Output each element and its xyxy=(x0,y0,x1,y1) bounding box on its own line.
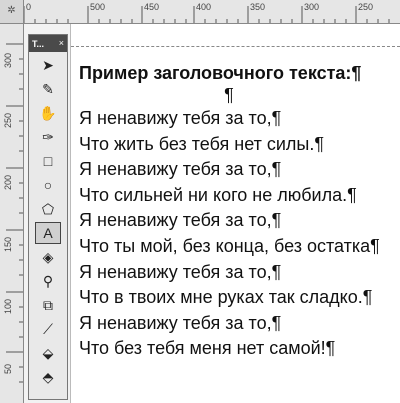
document-page[interactable]: Пример заголовочного текста:¶ ¶ Я ненави… xyxy=(70,24,400,403)
ruler-corner[interactable]: ✲ xyxy=(0,0,24,24)
text-line[interactable]: Что ты мой, без конца, без остатка¶ xyxy=(79,234,400,260)
text-line[interactable]: Я ненавижу тебя за то,¶ xyxy=(79,260,400,286)
vertical-ruler[interactable]: 300 250 200 150 100 50 xyxy=(0,24,24,403)
heading-text[interactable]: Пример заголовочного текста:¶ xyxy=(79,62,400,84)
polygon-tool-icon[interactable]: ⬠ xyxy=(35,198,61,220)
text-line[interactable]: Я ненавижу тебя за то,¶ xyxy=(79,208,400,234)
paragraph-text-frame[interactable]: Пример заголовочного текста:¶ ¶ Я ненави… xyxy=(79,62,400,362)
ruler-ticks xyxy=(6,43,23,383)
text-line[interactable]: Я ненавижу тебя за то,¶ xyxy=(79,106,400,132)
rectangle-tool-icon[interactable]: □ xyxy=(35,150,61,172)
toolbox-title: T... xyxy=(32,38,45,49)
text-tool-icon[interactable]: A xyxy=(35,222,61,244)
toolbox-title-bar[interactable]: T... × xyxy=(29,35,67,52)
fill-tool-icon[interactable]: ◈ xyxy=(35,246,61,268)
page-guideline xyxy=(71,46,400,47)
outline-tool-icon[interactable]: ⚲ xyxy=(35,270,61,292)
empty-paragraph-mark[interactable]: ¶ xyxy=(79,84,379,106)
pan-tool-icon[interactable]: ✋ xyxy=(35,102,61,124)
shape-tool-icon[interactable]: ✎ xyxy=(35,78,61,100)
ruler-ticks xyxy=(24,6,390,23)
text-line[interactable]: Что сильней ни кого не любила.¶ xyxy=(79,183,400,209)
ellipse-tool-icon[interactable]: ○ xyxy=(35,174,61,196)
eyedropper-tool-icon[interactable]: ⟋ xyxy=(35,318,61,340)
freehand-tool-icon[interactable]: ✑ xyxy=(35,126,61,148)
toolbox: T... × ➤ ✎ ✋ ✑ □ ○ ⬠ A ◈ ⚲ ⧉ ⟋ ⬙ ⬘ xyxy=(28,34,68,400)
text-line[interactable]: Что жить без тебя нет силы.¶ xyxy=(79,132,400,158)
text-line[interactable]: Что без тебя меня нет самой!¶ xyxy=(79,336,400,362)
text-line[interactable]: Я ненавижу тебя за то,¶ xyxy=(79,157,400,183)
pick-tool-icon[interactable]: ➤ xyxy=(35,54,61,76)
smart-fill-tool-icon[interactable]: ⬘ xyxy=(35,366,61,388)
text-line[interactable]: Я ненавижу тебя за то,¶ xyxy=(79,311,400,337)
interactive-tool-icon[interactable]: ⧉ xyxy=(35,294,61,316)
text-line[interactable]: Что в твоих мне руках так сладко.¶ xyxy=(79,285,400,311)
close-icon[interactable]: × xyxy=(59,39,64,48)
bucket-tool-icon[interactable]: ⬙ xyxy=(35,342,61,364)
horizontal-ruler[interactable]: 0 500 450 400 350 300 250 xyxy=(24,0,400,24)
